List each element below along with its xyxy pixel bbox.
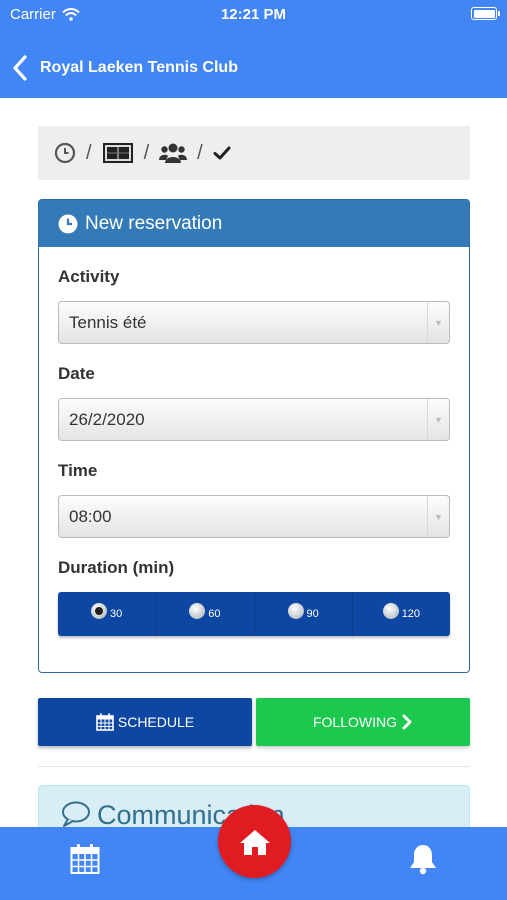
duration-option-30[interactable]: 30 bbox=[58, 592, 157, 636]
duration-radio-group: 30 60 90 120 bbox=[58, 592, 450, 636]
following-button[interactable]: FOLLOWING bbox=[256, 698, 470, 746]
speech-bubble-icon bbox=[62, 801, 90, 827]
chevron-down-icon: ▼ bbox=[427, 302, 449, 343]
chevron-right-icon bbox=[402, 714, 412, 730]
duration-option-120[interactable]: 120 bbox=[353, 592, 450, 636]
battery-icon bbox=[471, 7, 500, 20]
back-button[interactable] bbox=[2, 48, 38, 88]
bell-icon[interactable] bbox=[408, 843, 438, 875]
time-select[interactable]: 08:00 ▼ bbox=[58, 495, 450, 538]
status-bar: Carrier 12:21 PM bbox=[0, 0, 507, 30]
duration-option-label: 60 bbox=[208, 608, 221, 620]
duration-label: Duration (min) bbox=[58, 558, 175, 577]
chevron-left-icon bbox=[13, 55, 27, 81]
activity-select[interactable]: Tennis été ▼ bbox=[58, 301, 450, 344]
radio-button[interactable] bbox=[287, 603, 304, 619]
calendar-icon bbox=[96, 713, 114, 731]
calendar-icon[interactable] bbox=[70, 843, 100, 875]
date-label: Date bbox=[58, 364, 95, 383]
panel-body: Activity Tennis été ▼ Date 26/2/2020 ▼ T… bbox=[39, 267, 469, 636]
step-separator: / bbox=[197, 141, 203, 164]
new-reservation-panel: New reservation Activity Tennis été ▼ Da… bbox=[38, 199, 470, 673]
duration-option-label: 120 bbox=[401, 608, 421, 620]
section-divider bbox=[38, 766, 470, 767]
following-label: FOLLOWING bbox=[312, 714, 397, 730]
reservation-steps: / / / bbox=[38, 126, 470, 180]
step-separator: / bbox=[86, 141, 92, 164]
schedule-label: SCHEDULE bbox=[117, 714, 195, 730]
schedule-button[interactable]: SCHEDULE bbox=[38, 698, 252, 746]
radio-button[interactable] bbox=[382, 603, 399, 619]
time-value: 08:00 bbox=[69, 506, 112, 526]
top-bar: Carrier 12:21 PM Royal Laeken Tennis Clu… bbox=[0, 0, 507, 98]
duration-option-label: 30 bbox=[110, 608, 123, 620]
date-select[interactable]: 26/2/2020 ▼ bbox=[58, 398, 450, 441]
radio-button[interactable] bbox=[189, 603, 206, 619]
court-icon[interactable] bbox=[102, 142, 134, 164]
users-icon[interactable] bbox=[159, 141, 188, 165]
check-icon[interactable] bbox=[213, 145, 231, 161]
time-label: Time bbox=[58, 461, 98, 480]
nav-row: Royal Laeken Tennis Club bbox=[0, 48, 507, 88]
chevron-down-icon: ▼ bbox=[427, 496, 449, 537]
date-value: 26/2/2020 bbox=[69, 409, 145, 429]
step-separator: / bbox=[143, 141, 150, 164]
panel-title: New reservation bbox=[85, 212, 223, 234]
duration-option-label: 90 bbox=[306, 608, 319, 620]
duration-option-90[interactable]: 90 bbox=[255, 592, 353, 636]
panel-heading: New reservation bbox=[39, 200, 469, 247]
radio-button[interactable] bbox=[91, 603, 107, 619]
home-button[interactable] bbox=[218, 805, 291, 878]
status-time: 12:21 PM bbox=[220, 6, 287, 23]
clock-icon bbox=[58, 214, 78, 233]
home-icon bbox=[239, 829, 270, 855]
app-screen: Carrier 12:21 PM Royal Laeken Tennis Clu… bbox=[0, 0, 507, 900]
activity-label: Activity bbox=[58, 267, 120, 286]
page-title: Royal Laeken Tennis Club bbox=[40, 59, 238, 76]
activity-value: Tennis été bbox=[69, 312, 147, 332]
duration-option-60[interactable]: 60 bbox=[156, 592, 255, 636]
chevron-down-icon: ▼ bbox=[427, 399, 449, 440]
clock-icon[interactable] bbox=[54, 142, 76, 164]
